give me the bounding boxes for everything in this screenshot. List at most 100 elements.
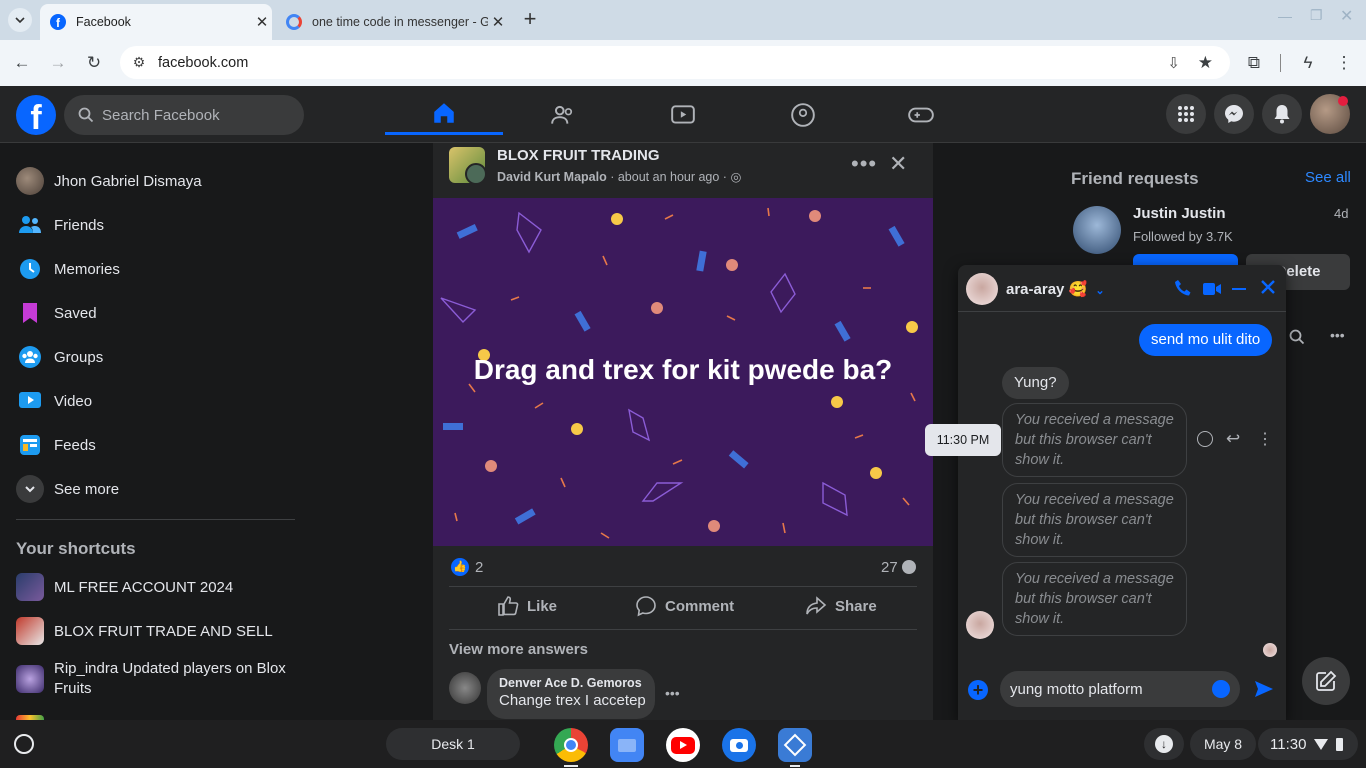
post-divider [449,586,917,587]
install-app-icon[interactable]: ⇩ [1167,54,1180,72]
facebook-logo-icon[interactable]: f [16,95,56,137]
shortcut-item[interactable]: Rip_indra Updated players on Blox Fruits [16,659,296,699]
view-more-answers-link[interactable]: View more answers [449,641,588,658]
search-input[interactable]: Search Facebook [64,95,304,135]
unsupported-message[interactable]: You received a message but this browser … [1002,483,1187,557]
emoji-icon[interactable] [1212,680,1230,698]
chat-contact-name[interactable]: ara-aray 🥰 ⌄ [1006,280,1105,298]
post-author[interactable]: David Kurt Mapalo [497,170,607,184]
desk-button[interactable]: Desk 1 [386,728,520,760]
youtube-app-icon[interactable] [666,728,700,762]
message-more-icon[interactable]: ⋮ [1257,429,1273,449]
close-post-icon[interactable]: ✕ [889,151,907,177]
close-chat-icon[interactable] [1260,279,1276,300]
sidebar-item-groups[interactable]: Groups [16,343,103,371]
tab-search-button[interactable] [8,8,32,32]
tab-google-search[interactable]: one time code in messenger - G ✕ [276,4,508,40]
close-window-icon[interactable]: ✕ [1340,6,1353,26]
sidebar-see-more[interactable]: See more [16,475,119,503]
compose-icon [1316,670,1337,691]
date-tray[interactable]: May 8 [1190,728,1256,760]
tab-facebook[interactable]: f Facebook ✕ [40,4,272,40]
add-attachment-icon[interactable]: + [968,680,988,700]
app-shortcut-icon[interactable] [778,728,812,762]
launcher-icon[interactable] [14,734,34,754]
video-call-icon[interactable] [1202,281,1222,302]
notifications-button[interactable] [1262,94,1302,134]
minimize-window-icon[interactable]: — [1278,8,1292,24]
comment-author[interactable]: Denver Ace D. Gemoros [499,676,643,690]
reload-icon[interactable]: ↻ [81,50,107,76]
sidebar-item-friends[interactable]: Friends [16,211,104,239]
nav-home[interactable] [385,94,503,135]
chat-avatar[interactable] [966,273,998,305]
holding-space-button[interactable]: ↓ [1144,728,1184,760]
menu-kebab-icon[interactable]: ⋮ [1331,50,1357,76]
sidebar-item-saved[interactable]: Saved [16,299,97,327]
request-name[interactable]: Justin Justin [1133,205,1226,222]
message-input[interactable]: yung motto platform [1000,671,1240,707]
comment-button[interactable]: Comment [635,595,734,617]
shortcut-thumbnail [16,665,44,693]
received-message[interactable]: Yung? [1002,367,1069,399]
request-avatar[interactable] [1073,206,1121,254]
chrome-app-icon[interactable] [554,728,588,762]
reply-icon[interactable]: ↩ [1226,429,1240,449]
nav-friends[interactable] [504,94,622,135]
unsupported-message[interactable]: You received a message but this browser … [1002,403,1187,477]
performance-icon[interactable]: ϟ [1295,50,1321,76]
facebook-favicon-icon: f [50,14,66,30]
bookmark-star-icon[interactable]: ★ [1198,53,1213,73]
reaction-count[interactable]: 2 [475,559,483,576]
author-avatar[interactable] [465,163,487,185]
close-tab-icon[interactable]: ✕ [252,13,272,31]
contacts-search-icon[interactable] [1289,329,1305,350]
post-options-icon[interactable]: ••• [851,151,877,177]
voice-call-icon[interactable] [1174,279,1192,302]
see-all-link[interactable]: See all [1305,169,1351,186]
like-button[interactable]: Like [497,595,557,617]
commenter-avatar[interactable] [449,672,481,704]
files-app-icon[interactable] [610,728,644,762]
nav-groups[interactable] [744,94,862,135]
menu-grid-button[interactable] [1166,94,1206,134]
date-label: May 8 [1203,736,1243,752]
like-reaction-icon[interactable]: 👍 [451,558,469,576]
status-tray[interactable]: 11:30 [1258,728,1358,760]
camera-app-icon[interactable] [722,728,756,762]
post-meta: David Kurt Mapalo · about an hour ago · … [497,169,741,184]
sidebar-item-video[interactable]: Video [16,387,92,415]
new-tab-button[interactable]: + [518,8,542,32]
minimize-chat-icon[interactable] [1232,288,1246,290]
messenger-button[interactable] [1214,94,1254,134]
nav-gaming[interactable] [862,94,980,135]
site-info-icon[interactable]: ⚙ [120,54,158,71]
forward-icon[interactable]: → [45,50,71,76]
shortcut-item[interactable]: BLOX FRUIT TRADE AND SELL [16,617,273,645]
back-icon[interactable]: ← [9,50,35,76]
sidebar-item-profile[interactable]: Jhon Gabriel Dismaya [16,167,202,195]
contacts-options-icon[interactable]: ••• [1330,327,1345,343]
extensions-icon[interactable]: ⧉ [1241,50,1267,76]
address-bar[interactable]: ⚙ facebook.com ⇩ ★ [120,46,1230,79]
sidebar-item-memories[interactable]: Memories [16,255,120,283]
comment-options-icon[interactable]: ••• [665,685,680,701]
shortcut-item[interactable]: ML FREE ACCOUNT 2024 [16,573,233,601]
comment-count[interactable]: 27 [881,559,898,576]
send-icon[interactable] [1254,679,1274,704]
post-time[interactable]: · about an hour ago · [607,170,731,184]
post-group-name[interactable]: BLOX FRUIT TRADING [497,147,660,164]
react-emoji-icon[interactable] [1197,431,1213,447]
new-message-button[interactable] [1302,657,1350,705]
unsupported-message[interactable]: You received a message but this browser … [1002,562,1187,636]
sent-message[interactable]: send mo ulit dito [1139,324,1273,356]
maximize-window-icon[interactable]: ❐ [1310,7,1323,24]
sender-avatar[interactable] [966,611,994,639]
close-tab-icon[interactable]: ✕ [488,13,508,31]
nav-video[interactable] [624,94,742,135]
shortcut-label: BLOX FRUIT TRADE AND SELL [54,622,273,640]
sidebar-item-label: Feeds [54,436,96,454]
share-button[interactable]: Share [805,595,877,617]
shortcut-thumbnail [16,617,44,645]
sidebar-item-feeds[interactable]: Feeds [16,431,96,459]
